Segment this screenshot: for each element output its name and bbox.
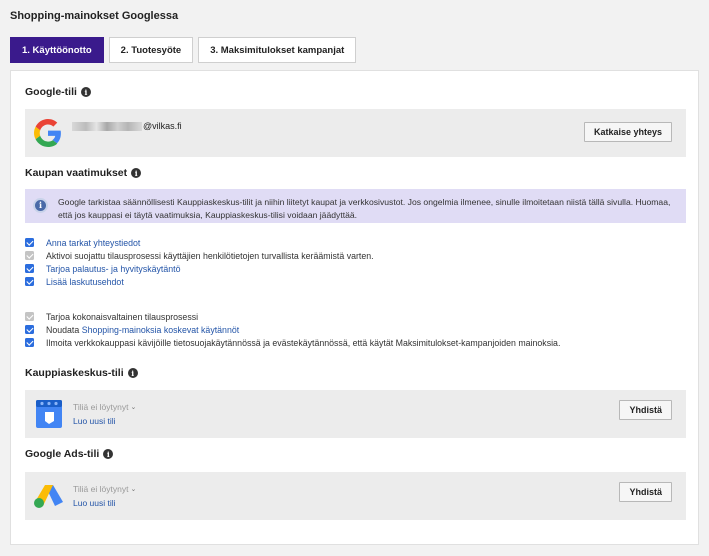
info-icon[interactable]: i [131,168,142,178]
disconnect-button[interactable]: Katkaise yhteys [583,122,672,142]
tab-product-feed[interactable]: 2. Tuotesyöte [108,37,194,63]
google-ads-title: Google Ads-tili [25,448,100,460]
info-icon[interactable]: i [127,368,138,378]
setup-panel: Google-tili i @vilkas.fi Katkaise yhteys… [10,70,699,545]
merchant-center-title: Kauppiaskeskus-tili [25,367,124,379]
notice-text: Google tarkistaa säännöllisesti Kauppias… [58,197,671,220]
list-item: Lisää laskutusehdot [25,275,374,288]
select-value: Tiliä ei löytynyt [73,402,129,412]
notice-info-icon: i [33,198,48,213]
contact-info-link[interactable]: Anna tarkat yhteystiedot [46,238,140,248]
policy-prefix: Noudata [46,324,80,335]
connected-email: @vilkas.fi [72,121,182,131]
chevron-down-icon: ⌄ [130,486,137,493]
connect-merchant-button[interactable]: Yhdistä [619,400,672,420]
checkout-process-text: Tarjoa kokonaisvaltainen tilausprosessi [46,311,199,322]
info-icon[interactable]: i [103,449,114,459]
requirements-list-1: Anna tarkat yhteystiedot Aktivoi suojatt… [25,236,374,288]
checkbox[interactable] [25,238,34,247]
google-account-heading: Google-tili i [25,86,91,98]
list-item: Aktivoi suojattu tilausprosessi käyttäji… [25,249,374,262]
checkbox[interactable] [25,277,34,286]
google-account-box: @vilkas.fi Katkaise yhteys [25,109,686,157]
requirements-list-2: Tarjoa kokonaisvaltainen tilausprosessi … [25,310,560,349]
page-title: Shopping-mainokset Googlessa [10,10,179,22]
merchant-center-icon [36,400,62,428]
secure-checkout-text: Aktivoi suojattu tilausprosessi käyttäji… [46,250,374,261]
merchant-account-select[interactable]: Tiliä ei löytynyt ⌄ [73,402,136,412]
select-value: Tiliä ei löytynyt [73,484,129,494]
list-item: Anna tarkat yhteystiedot [25,236,374,249]
google-ads-icon [34,485,63,508]
create-ads-account-link[interactable]: Luo uusi tili [73,498,116,508]
list-item: Tarjoa palautus- ja hyvityskäytäntö [25,262,374,275]
billing-terms-link[interactable]: Lisää laskutusehdot [46,277,124,287]
list-item: Tarjoa kokonaisvaltainen tilausprosessi [25,310,560,323]
redacted-email-user [72,121,142,131]
email-domain: @vilkas.fi [143,121,182,131]
merchant-center-heading: Kauppiaskeskus-tili i [25,367,138,379]
google-ads-box: Tiliä ei löytynyt ⌄ Luo uusi tili Yhdist… [25,472,686,520]
chevron-down-icon: ⌄ [130,404,137,411]
list-item: Ilmoita verkkokauppasi kävijöille tietos… [25,336,560,349]
merchant-center-box: Tiliä ei löytynyt ⌄ Luo uusi tili Yhdist… [25,390,686,438]
checkbox[interactable] [25,264,34,273]
tab-bar: 1. Käyttöönotto 2. Tuotesyöte 3. Maksimi… [10,37,357,63]
checkbox-disabled [25,251,34,260]
tab-setup[interactable]: 1. Käyttöönotto [10,37,104,63]
create-merchant-account-link[interactable]: Luo uusi tili [73,416,116,426]
shopping-ads-policy-link[interactable]: Shopping-mainoksia koskevat käytännöt [82,325,239,335]
checkbox-disabled [25,312,34,321]
requirements-heading: Kaupan vaatimukset i [25,167,142,179]
google-account-title: Google-tili [25,86,77,98]
tab-pmax-campaigns[interactable]: 3. Maksimitulokset kampanjat [198,37,357,63]
ads-account-select[interactable]: Tiliä ei löytynyt ⌄ [73,484,136,494]
google-ads-heading: Google Ads-tili i [25,448,114,460]
list-item: Noudata Shopping-mainoksia koskevat käyt… [25,323,560,336]
requirements-title: Kaupan vaatimukset [25,167,128,179]
google-logo-icon [34,119,61,147]
privacy-notice-text: Ilmoita verkkokauppasi kävijöille tietos… [46,337,561,348]
checkbox[interactable] [25,325,34,334]
connect-ads-button[interactable]: Yhdistä [619,482,672,502]
return-policy-link[interactable]: Tarjoa palautus- ja hyvityskäytäntö [46,264,180,274]
checkbox[interactable] [25,338,34,347]
info-icon[interactable]: i [80,87,91,97]
requirements-notice: i Google tarkistaa säännöllisesti Kauppi… [25,189,686,223]
